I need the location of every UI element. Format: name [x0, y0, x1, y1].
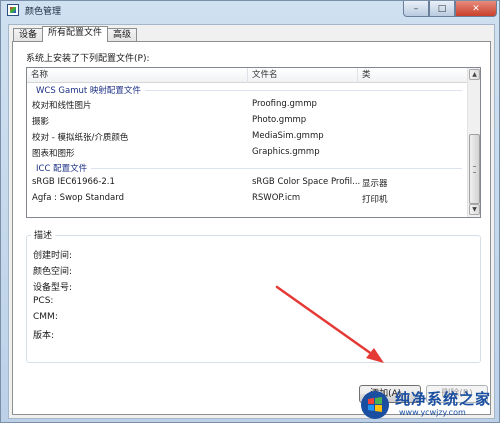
field-device-model: 设备型号: — [33, 283, 73, 293]
installed-profiles-label: 系统上安装了下列配置文件(P): — [26, 54, 150, 64]
tab-all-profiles[interactable]: 所有配置文件 — [42, 26, 109, 42]
table-row[interactable]: Agfa : Swop Standard RSWOP.icm 打印机 — [27, 191, 468, 206]
profile-name: 校对和线性图片 — [32, 101, 92, 111]
window-controls: – □ ✕ — [403, 1, 497, 17]
scroll-thumb[interactable] — [469, 134, 480, 204]
profile-name: Agfa : Swop Standard — [32, 193, 124, 203]
profile-name: 摄影 — [32, 117, 50, 127]
watermark-name: 纯净系统之家 — [395, 390, 492, 408]
title-bar[interactable]: 颜色管理 – □ ✕ — [1, 1, 500, 19]
profile-filename: sRGB Color Space Profil... — [252, 177, 361, 187]
field-pcs: PCS: — [33, 296, 54, 306]
tab-advanced[interactable]: 高级 — [107, 28, 138, 42]
profile-name: 图表和图形 — [32, 149, 75, 159]
scroll-down-arrow[interactable]: ▼ — [469, 204, 480, 215]
group-title: WCS Gamut 映射配置文件 — [36, 84, 145, 96]
table-row[interactable]: 校对和线性图片 Proofing.gmmp — [27, 97, 468, 112]
color-management-app-icon — [7, 4, 19, 16]
close-button[interactable]: ✕ — [455, 1, 497, 17]
description-groupbox — [26, 235, 481, 363]
profiles-list[interactable]: 名称 文件名 类 WCS Gamut 映射配置文件 校对和线性图片 Proofi… — [26, 67, 481, 218]
field-version: 版本: — [33, 331, 55, 341]
description-title: 描述 — [31, 228, 56, 241]
profile-filename: Photo.gmmp — [252, 115, 307, 125]
maximize-button[interactable]: □ — [429, 1, 455, 17]
group-title: ICC 配置文件 — [36, 162, 92, 174]
vertical-scrollbar[interactable]: ▲ ▼ — [467, 68, 480, 217]
tab-devices[interactable]: 设备 — [13, 28, 44, 42]
profile-name: 校对 - 模拟纸张/介质颜色 — [32, 133, 129, 143]
profile-filename: Graphics.gmmp — [252, 147, 320, 157]
field-cmm: CMM: — [33, 312, 58, 322]
color-management-window: 颜色管理 – □ ✕ 设备 所有配置文件 高级 系统上安装了下列配置文件(P):… — [0, 0, 500, 423]
profile-class: 打印机 — [362, 195, 388, 205]
profile-filename: MediaSim.gmmp — [252, 131, 324, 141]
column-header-name[interactable]: 名称 — [27, 68, 248, 83]
group-header-wcs[interactable]: WCS Gamut 映射配置文件 — [27, 84, 468, 96]
watermark: 纯净系统之家 www.ycwjzy.com — [355, 384, 500, 423]
table-row[interactable]: 校对 - 模拟纸张/介质颜色 MediaSim.gmmp — [27, 129, 468, 144]
table-row[interactable]: 图表和图形 Graphics.gmmp — [27, 145, 468, 160]
list-body: WCS Gamut 映射配置文件 校对和线性图片 Proofing.gmmp 摄… — [27, 84, 468, 217]
group-header-icc[interactable]: ICC 配置文件 — [27, 162, 468, 174]
dialog-client-area: 设备 所有配置文件 高级 系统上安装了下列配置文件(P): 名称 文件名 类 W… — [8, 24, 495, 419]
profile-filename: Proofing.gmmp — [252, 99, 317, 109]
all-profiles-panel: 系统上安装了下列配置文件(P): 名称 文件名 类 WCS Gamut 映射配置… — [12, 41, 491, 415]
table-row[interactable]: 摄影 Photo.gmmp — [27, 113, 468, 128]
watermark-url: www.ycwjzy.com — [399, 408, 466, 417]
field-color-space: 颜色空间: — [33, 267, 73, 277]
profile-name: sRGB IEC61966-2.1 — [32, 177, 115, 187]
scroll-up-arrow[interactable]: ▲ — [469, 69, 480, 80]
minimize-button[interactable]: – — [403, 1, 429, 17]
table-row[interactable]: sRGB IEC61966-2.1 sRGB Color Space Profi… — [27, 175, 468, 190]
profile-class: 显示器 — [362, 179, 388, 189]
list-header: 名称 文件名 类 — [27, 68, 468, 83]
profile-filename: RSWOP.icm — [252, 193, 301, 203]
tab-strip: 设备 所有配置文件 高级 — [13, 26, 138, 42]
watermark-logo-icon — [361, 391, 389, 419]
field-created: 创建时间: — [33, 251, 73, 261]
group-divider — [36, 168, 462, 169]
column-header-class[interactable]: 类 — [358, 68, 468, 83]
column-header-filename[interactable]: 文件名 — [248, 68, 358, 83]
window-title: 颜色管理 — [25, 7, 62, 17]
